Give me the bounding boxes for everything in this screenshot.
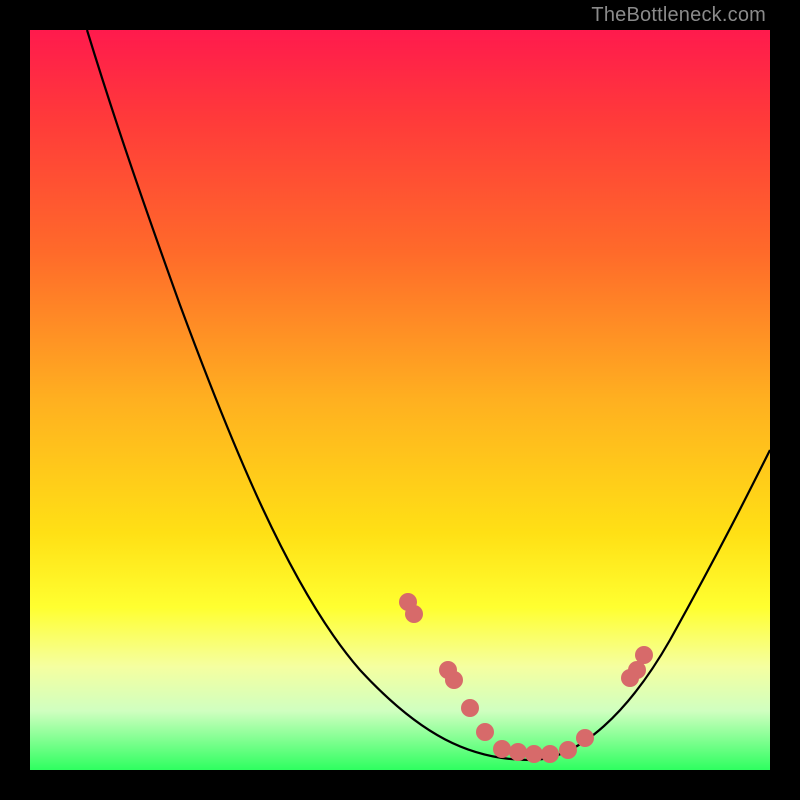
curve-marker: [461, 699, 479, 717]
curve-marker: [509, 743, 527, 761]
watermark-text: TheBottleneck.com: [591, 4, 766, 27]
curve-marker: [541, 745, 559, 763]
curve-marker: [476, 723, 494, 741]
curve-marker: [559, 741, 577, 759]
curve-marker: [576, 729, 594, 747]
marker-group: [399, 593, 653, 763]
curve-marker: [445, 671, 463, 689]
curve-line: [87, 30, 770, 760]
curve-marker: [635, 646, 653, 664]
curve-marker: [405, 605, 423, 623]
curve-marker: [525, 745, 543, 763]
curve-marker: [493, 740, 511, 758]
bottleneck-curve-chart: [30, 30, 770, 770]
